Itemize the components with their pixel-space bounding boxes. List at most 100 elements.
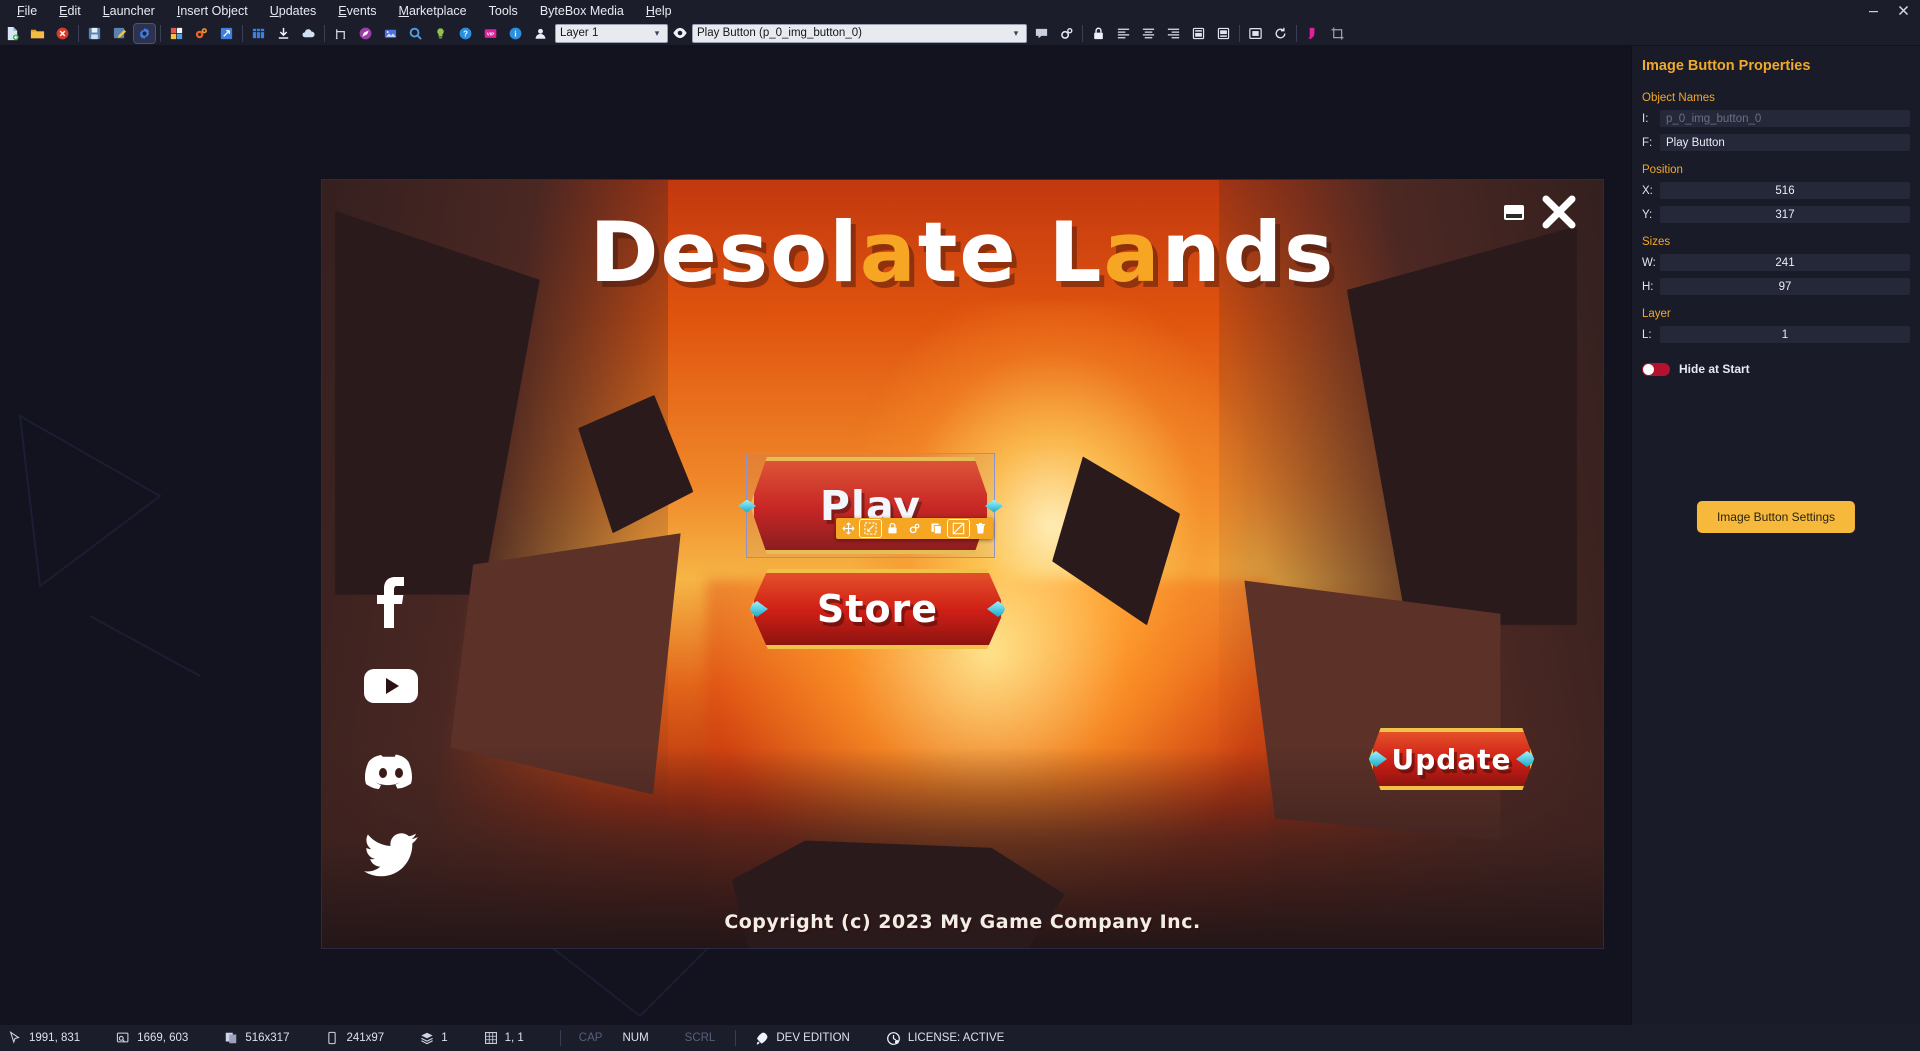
publish-icon[interactable]: [355, 24, 376, 43]
info-icon[interactable]: i: [505, 24, 526, 43]
align-bottom-icon[interactable]: [1213, 24, 1234, 43]
friendly-name-input[interactable]: Play Button: [1660, 134, 1910, 151]
discord-icon[interactable]: [362, 741, 420, 799]
game-button-update[interactable]: Update: [1369, 728, 1534, 790]
status-object-position-value: 516x317: [245, 1032, 290, 1044]
object-settings-gear-icon[interactable]: [1056, 24, 1077, 43]
game-title-part3: nds: [1161, 204, 1336, 301]
section-label-layer: Layer: [1642, 308, 1671, 320]
grid-layout-icon[interactable]: [248, 24, 269, 43]
toolbar-group-object: [1029, 21, 1079, 46]
menu-events[interactable]: Events: [327, 2, 387, 20]
lock-icon[interactable]: [1088, 24, 1109, 43]
facebook-icon[interactable]: [362, 573, 420, 631]
align-center-icon[interactable]: [1138, 24, 1159, 43]
status-object-position: 516x317: [224, 1031, 289, 1045]
hide-object-icon[interactable]: [947, 519, 970, 538]
menu-updates[interactable]: Updates: [259, 2, 328, 20]
preview-icon[interactable]: [405, 24, 426, 43]
game-preview-stage[interactable]: Desolate Lands Play Store Update Copyrig…: [321, 179, 1604, 949]
toolbar-separator: [1296, 24, 1297, 42]
status-bar: 1991, 831 1669, 603 516x317 241x97 1 1, …: [0, 1025, 1920, 1051]
fit-to-screen-icon[interactable]: [1245, 24, 1266, 43]
export-icon[interactable]: [109, 24, 130, 43]
comment-icon[interactable]: [1031, 24, 1052, 43]
menu-file[interactable]: File: [6, 2, 48, 20]
save-project-icon[interactable]: [84, 24, 105, 43]
height-input[interactable]: 97: [1660, 278, 1910, 295]
field-row-width: W: 241: [1632, 252, 1920, 273]
minimize-window-icon[interactable]: [1503, 201, 1529, 230]
align-top-icon[interactable]: [1188, 24, 1209, 43]
menu-edit[interactable]: Edit: [48, 2, 92, 20]
menu-launcher[interactable]: Launcher: [92, 2, 166, 20]
menu-tools[interactable]: Tools: [478, 2, 529, 20]
lightbulb-icon[interactable]: [430, 24, 451, 43]
layer-input[interactable]: 1: [1660, 326, 1910, 343]
status-canvas-position: 1669, 603: [116, 1031, 188, 1045]
screenshot-icon[interactable]: [380, 24, 401, 43]
object-select-value: Play Button (p_0_img_button_0): [697, 27, 862, 39]
x-input[interactable]: 516: [1660, 182, 1910, 199]
game-button-store[interactable]: Store: [750, 569, 1005, 649]
field-row-object-id: I: p_0_img_button_0: [1632, 108, 1920, 129]
duplicate-icon[interactable]: [926, 520, 947, 537]
new-document-icon[interactable]: [2, 24, 23, 43]
selection-bounding-box[interactable]: [738, 453, 1003, 558]
assets-icon[interactable]: [166, 24, 187, 43]
branch-icon[interactable]: [330, 24, 351, 43]
svg-text:?: ?: [463, 29, 468, 38]
resize-icon[interactable]: [859, 519, 882, 538]
lock-object-icon[interactable]: [882, 520, 903, 537]
delete-icon[interactable]: [970, 520, 991, 537]
toolbar-separator: [324, 24, 325, 42]
project-settings-icon[interactable]: [133, 22, 156, 44]
layers-icon: [421, 1032, 434, 1045]
menu-bytebox-media[interactable]: ByteBox Media: [529, 2, 635, 20]
close-document-icon[interactable]: [52, 24, 73, 43]
toolbar-separator: [242, 24, 243, 42]
resize-handle-left[interactable]: [738, 499, 756, 513]
field-key-layer: L:: [1642, 328, 1652, 341]
align-right-icon[interactable]: [1163, 24, 1184, 43]
vip-icon[interactable]: VIP: [480, 24, 501, 43]
twitter-icon[interactable]: [362, 825, 420, 883]
account-icon[interactable]: [530, 24, 551, 43]
menu-marketplace[interactable]: Marketplace: [388, 2, 478, 20]
rocket-icon: [756, 1032, 768, 1044]
game-title-highlight-a2: a: [1103, 204, 1162, 301]
canvas-workspace[interactable]: Desolate Lands Play Store Update Copyrig…: [0, 46, 1631, 1025]
move-icon[interactable]: [838, 520, 859, 537]
toolbar-separator: [1082, 24, 1083, 42]
object-settings-gear-icon[interactable]: [904, 520, 925, 537]
menu-insert-object[interactable]: Insert Object: [166, 2, 259, 20]
open-folder-icon[interactable]: [27, 24, 48, 43]
status-num-lock: NUM: [622, 1032, 649, 1044]
menu-help[interactable]: Help: [635, 2, 683, 20]
width-input[interactable]: 241: [1660, 254, 1910, 271]
y-input[interactable]: 317: [1660, 206, 1910, 223]
image-button-settings-button[interactable]: Image Button Settings: [1696, 501, 1856, 533]
plugins-icon[interactable]: [191, 24, 212, 43]
script-editor-icon[interactable]: [216, 24, 237, 43]
toolbar-group-paint: [1300, 21, 1350, 46]
download-icon[interactable]: [273, 24, 294, 43]
layer-visibility-toggle[interactable]: [670, 26, 690, 40]
close-window-icon[interactable]: [1539, 194, 1577, 237]
cloud-upload-icon[interactable]: [298, 24, 319, 43]
status-layer-value: 1: [441, 1032, 448, 1044]
object-select[interactable]: Play Button (p_0_img_button_0) ▾: [692, 23, 1027, 43]
reset-icon[interactable]: [1270, 24, 1291, 43]
youtube-icon[interactable]: [362, 657, 420, 715]
help-icon[interactable]: ?: [455, 24, 476, 43]
field-row-x: X: 516: [1632, 180, 1920, 201]
crop-icon[interactable]: [1327, 24, 1348, 43]
close-button[interactable]: [1890, 1, 1916, 21]
align-left-icon[interactable]: [1113, 24, 1134, 43]
hide-at-start-toggle[interactable]: [1642, 362, 1670, 376]
paint-icon[interactable]: [1302, 24, 1323, 43]
object-id-input[interactable]: p_0_img_button_0: [1660, 110, 1910, 127]
layer-select[interactable]: Layer 1 ▾: [555, 23, 668, 43]
minimize-button[interactable]: [1860, 1, 1886, 21]
status-separator: [559, 1030, 561, 1046]
